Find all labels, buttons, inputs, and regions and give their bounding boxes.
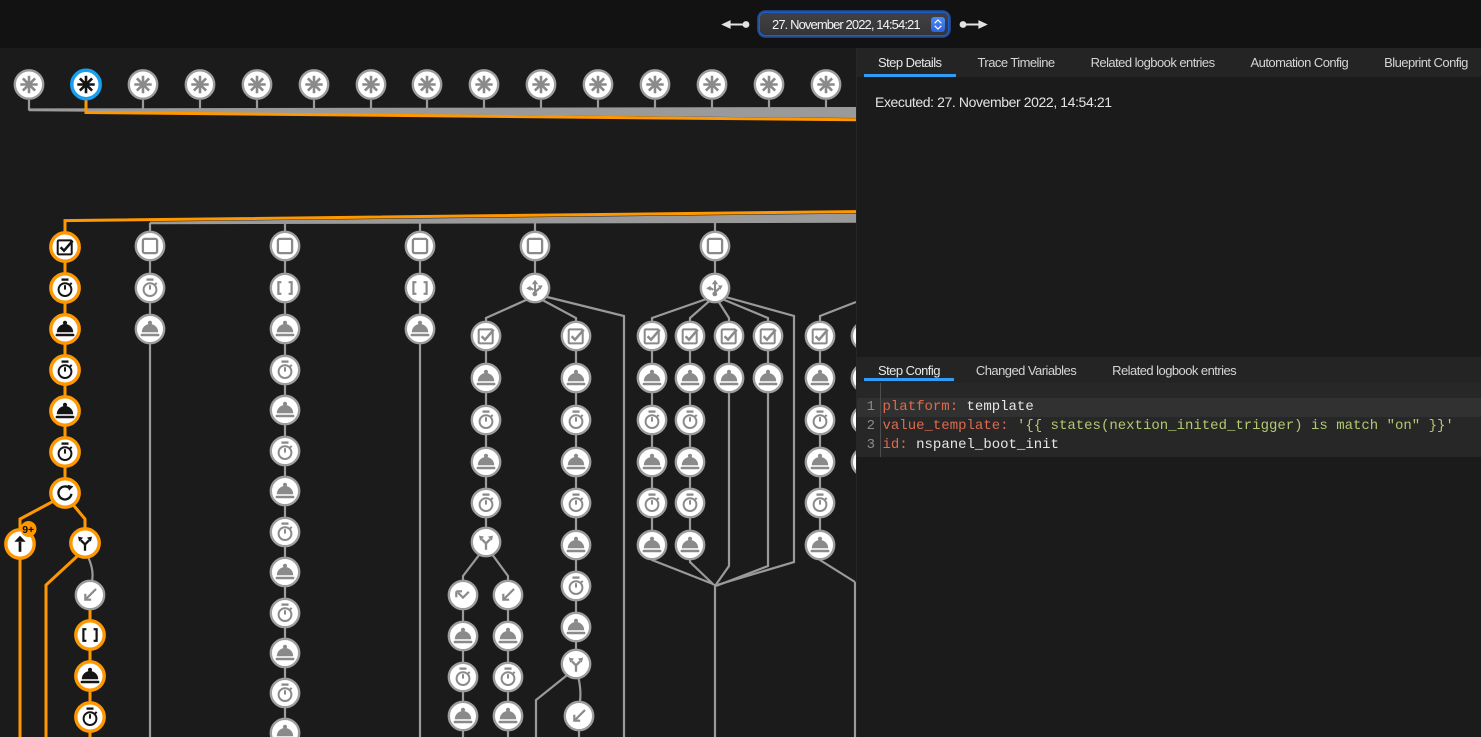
svg-text:9+: 9+ bbox=[22, 524, 34, 536]
